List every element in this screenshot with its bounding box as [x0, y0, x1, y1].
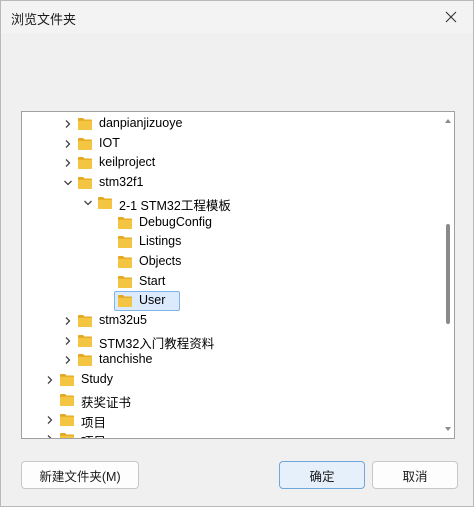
chevron-down-icon[interactable] — [62, 177, 74, 189]
folder-tree-view[interactable]: danpianjizuoye IOT keilproject stm32f1 2-1 S… — [21, 111, 455, 439]
folder-icon — [60, 393, 74, 406]
tree-item[interactable]: 项目 — [22, 410, 442, 430]
tree-item[interactable]: Objects — [22, 252, 442, 272]
tree-item-label: stm32u5 — [99, 313, 147, 327]
folder-icon — [98, 196, 112, 209]
vertical-scrollbar[interactable] — [442, 112, 454, 438]
chevron-right-icon[interactable] — [44, 374, 56, 386]
close-button[interactable] — [437, 5, 465, 29]
scroll-up-arrow-icon[interactable] — [443, 116, 453, 126]
folder-icon — [78, 177, 92, 190]
folder-icon — [60, 374, 74, 387]
folder-icon — [118, 295, 132, 308]
tree-item[interactable]: DebugConfig — [22, 213, 442, 233]
chevron-right-icon[interactable] — [44, 433, 56, 438]
tree-item[interactable]: stm32f1 — [22, 173, 442, 193]
tree-item-label: danpianjizuoye — [99, 116, 183, 130]
folder-icon — [78, 354, 92, 367]
chevron-right-icon[interactable] — [44, 414, 56, 426]
tree-item[interactable]: User — [22, 291, 442, 312]
folder-icon — [78, 118, 92, 130]
new-folder-button[interactable]: 新建文件夹(M) — [21, 461, 139, 489]
chevron-down-icon[interactable] — [82, 197, 94, 209]
tree-item[interactable]: danpianjizuoye — [22, 114, 442, 134]
scroll-thumb[interactable] — [446, 224, 450, 324]
browse-folder-dialog: 浏览文件夹 danpianjizuoye IOT keilproject stm32f… — [0, 0, 474, 507]
tree-item-label: tanchishe — [99, 352, 153, 367]
title-bar: 浏览文件夹 — [1, 1, 473, 33]
tree-item-label: Start — [139, 273, 166, 288]
tree-item[interactable]: Listings — [22, 232, 442, 252]
tree-item-label: 2-1 STM32工程模板 — [119, 198, 231, 213]
window-title: 浏览文件夹 — [11, 12, 77, 27]
tree-item[interactable]: Start — [22, 272, 442, 292]
folder-icon — [60, 433, 74, 438]
chevron-right-icon[interactable] — [62, 335, 74, 347]
folder-icon — [78, 334, 92, 347]
tree-item-label: keilproject — [99, 155, 156, 170]
tree-item[interactable]: tanchishe — [22, 350, 442, 370]
folder-icon — [118, 275, 132, 288]
tree-item-label: 项目 — [81, 415, 107, 430]
tree-item-label: STM32入门教程资料 — [99, 336, 215, 351]
chevron-right-icon[interactable] — [62, 315, 74, 327]
tree-item-label: User — [139, 293, 166, 308]
folder-icon — [118, 216, 132, 229]
scroll-down-arrow-icon[interactable] — [443, 424, 453, 434]
tree-item-label: Listings — [139, 234, 182, 249]
folder-icon — [118, 255, 132, 268]
tree-item[interactable]: keilproject — [22, 153, 442, 173]
tree-item[interactable]: Study — [22, 370, 442, 390]
tree-item-label: 项目new — [81, 431, 129, 438]
ok-button[interactable]: 确定 — [279, 461, 365, 489]
folder-tree: danpianjizuoye IOT keilproject stm32f1 2-1 S… — [22, 112, 442, 438]
tree-item-label: DebugConfig — [139, 214, 212, 229]
tree-item[interactable]: 2-1 STM32工程模板 — [22, 193, 442, 213]
cancel-button[interactable]: 取消 — [372, 461, 458, 489]
tree-item[interactable]: IOT — [22, 134, 442, 154]
tree-item-label: 获奖证书 — [81, 395, 132, 410]
tree-item-label: IOT — [99, 135, 120, 150]
folder-icon — [78, 157, 92, 170]
folder-icon — [118, 236, 132, 249]
chevron-right-icon[interactable] — [62, 354, 74, 366]
tree-item[interactable]: stm32u5 — [22, 311, 442, 331]
tree-item[interactable]: 获奖证书 — [22, 390, 442, 410]
tree-item-label: Objects — [139, 253, 182, 268]
folder-icon — [78, 315, 92, 327]
tree-item[interactable]: STM32入门教程资料 — [22, 331, 442, 351]
folder-icon — [60, 413, 74, 426]
tree-item-label: Study — [81, 372, 113, 387]
chevron-right-icon[interactable] — [62, 138, 74, 150]
close-icon — [445, 11, 457, 23]
tree-item-label: stm32f1 — [99, 175, 144, 190]
chevron-right-icon[interactable] — [62, 118, 74, 130]
folder-icon — [78, 137, 92, 150]
tree-item[interactable]: 项目new — [22, 429, 442, 438]
chevron-right-icon[interactable] — [62, 157, 74, 169]
